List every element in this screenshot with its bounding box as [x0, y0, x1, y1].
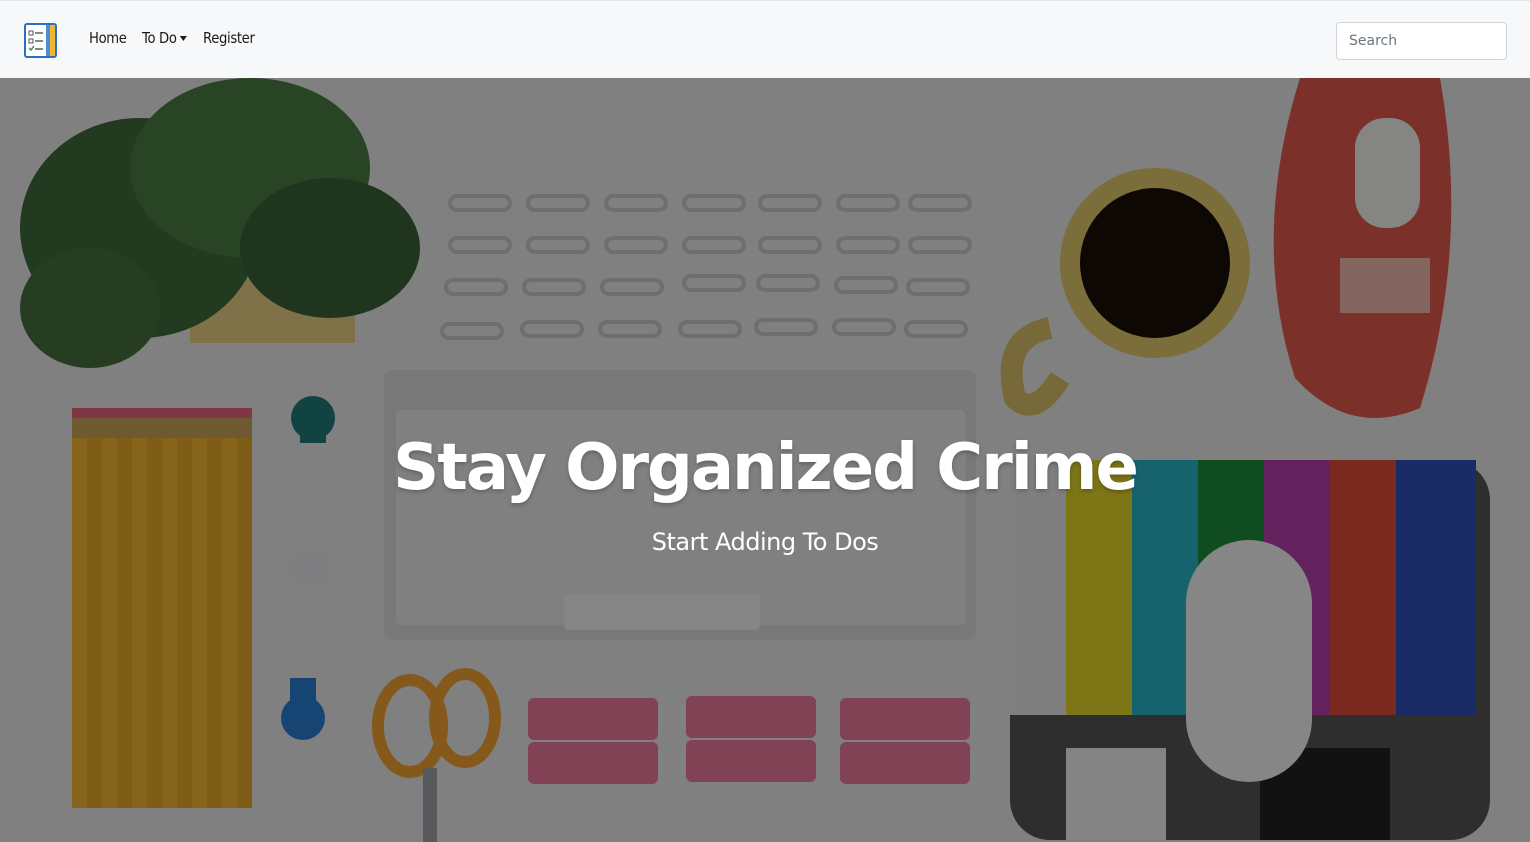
nav-todo-label: To Do — [141, 29, 177, 47]
hero-title: Stay Organized Crime — [393, 431, 1139, 505]
nav-todo-dropdown[interactable]: To Do — [142, 29, 187, 47]
hero-section: Stay Organized Crime Start Adding To Dos — [0, 78, 1530, 842]
search-input[interactable] — [1336, 22, 1507, 60]
main-nav: Home To Do Register — [89, 29, 262, 47]
caret-down-icon — [179, 36, 187, 41]
navbar: Home To Do Register — [0, 0, 1530, 78]
todo-list-icon[interactable] — [24, 23, 57, 58]
nav-home[interactable]: Home — [89, 29, 127, 47]
hero-subtitle: Start Adding To Dos — [651, 528, 879, 556]
nav-register[interactable]: Register — [203, 29, 255, 47]
